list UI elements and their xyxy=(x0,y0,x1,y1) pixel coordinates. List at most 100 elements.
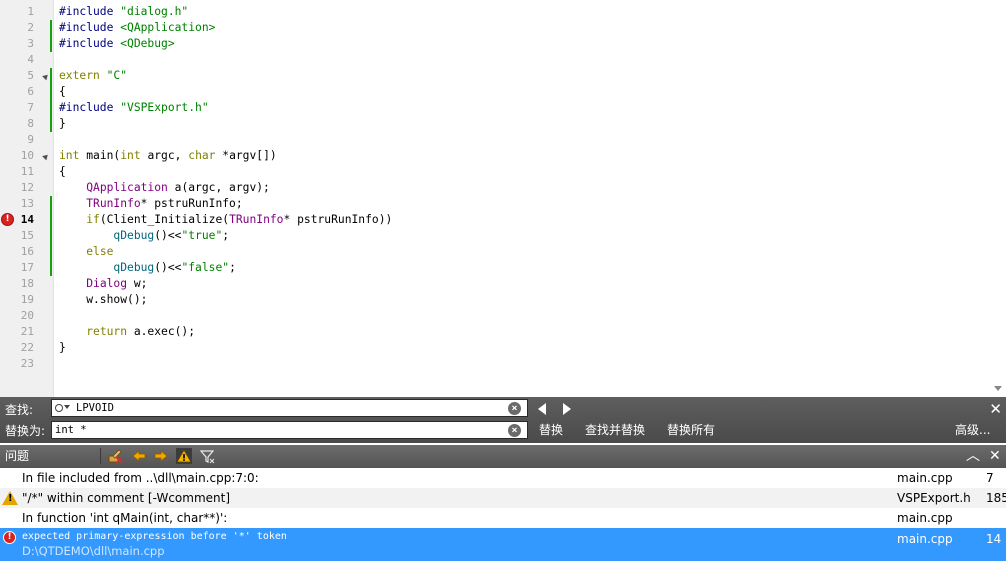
code-line[interactable]: #include "VSPExport.h" xyxy=(59,100,209,116)
code-line[interactable]: int main(int argc, char *argv[]) xyxy=(59,148,277,164)
code-line[interactable]: } xyxy=(59,340,66,356)
gutter-line[interactable]: 19 xyxy=(0,292,54,308)
clean-issues-icon[interactable] xyxy=(107,448,123,464)
gutter-line[interactable]: 8 xyxy=(0,116,54,132)
line-number: 20 xyxy=(20,309,34,322)
gutter-line[interactable]: 17 xyxy=(0,260,54,276)
issue-row[interactable]: In function 'int qMain(int, char**)': mai… xyxy=(0,508,1006,528)
gutter-line[interactable]: 1 xyxy=(0,4,54,20)
find-and-replace-button[interactable]: 查找并替换 xyxy=(585,422,645,438)
line-number-gutter[interactable]: 1 2 3 4 5 6 7 8 9 10 11 12 13! 14 15 16 17 18 19 20 21 22 23 xyxy=(0,0,54,397)
fold-arrow-icon[interactable] xyxy=(42,152,50,161)
gutter-line[interactable]: 7 xyxy=(0,100,54,116)
replace-input[interactable]: int * × xyxy=(51,421,528,439)
change-bar xyxy=(50,100,52,116)
code-line[interactable]: return a.exec(); xyxy=(59,324,195,340)
code-line[interactable]: Dialog w; xyxy=(59,276,147,292)
line-number: 14 xyxy=(20,213,34,226)
next-issue-icon[interactable] xyxy=(153,448,169,464)
fold-arrow-icon[interactable] xyxy=(42,72,50,81)
replace-button[interactable]: 替换 xyxy=(539,422,563,438)
error-icon: ! xyxy=(3,531,16,544)
gutter-line[interactable]: 23 xyxy=(0,356,54,372)
gutter-line[interactable]: 15 xyxy=(0,228,54,244)
gutter-line[interactable]: 9 xyxy=(0,132,54,148)
code-token: "true" xyxy=(181,229,223,242)
gutter-line[interactable]: 10 xyxy=(0,148,54,164)
code-line[interactable]: #include <QDebug> xyxy=(59,36,175,52)
gutter-line[interactable]: 22 xyxy=(0,340,54,356)
gutter-line[interactable]: 21 xyxy=(0,324,54,340)
issue-message: expected primary-expression before '*' t… xyxy=(22,531,287,542)
code-line[interactable]: #include "dialog.h" xyxy=(59,4,188,20)
code-text-area[interactable]: #include "dialog.h" #include <QApplicatio… xyxy=(59,0,989,397)
close-find-bar-icon[interactable]: ✕ xyxy=(989,401,1002,417)
line-number: 1 xyxy=(27,5,34,18)
gutter-line[interactable]: 4 xyxy=(0,52,54,68)
issue-message: In function 'int qMain(int, char**)': xyxy=(22,511,228,525)
search-options-dropdown-icon[interactable] xyxy=(64,405,70,409)
gutter-line[interactable]: 3 xyxy=(0,36,54,52)
gutter-line[interactable]: ! 14 xyxy=(0,212,54,228)
code-editor[interactable]: 1 2 3 4 5 6 7 8 9 10 11 12 13! 14 15 16 17 18 19 20 21 22 23 #… xyxy=(0,0,1006,397)
code-token: "dialog.h" xyxy=(120,5,189,18)
search-icon[interactable] xyxy=(55,404,63,412)
change-bar xyxy=(50,260,52,276)
gutter-line[interactable]: 11 xyxy=(0,164,54,180)
close-pane-icon[interactable]: ✕ xyxy=(989,447,1001,465)
gutter-line[interactable]: 12 xyxy=(0,180,54,196)
vertical-scrollbar[interactable] xyxy=(990,0,1006,397)
clear-replace-icon[interactable]: × xyxy=(508,424,521,437)
issue-file-path: D:\QTDEMO\dll\main.cpp xyxy=(22,544,165,558)
issue-row[interactable]: In file included from ..\dll\main.cpp:7:… xyxy=(0,468,1006,488)
code-line[interactable]: qDebug()<<"false"; xyxy=(59,260,235,276)
scroll-down-arrow-icon[interactable] xyxy=(994,386,1002,391)
previous-issue-icon[interactable] xyxy=(131,448,147,464)
code-line[interactable]: if(Client_Initialize(TRunInfo* pstruRunI… xyxy=(59,212,392,228)
change-bar xyxy=(50,196,52,212)
code-token: ()<< xyxy=(154,261,182,274)
line-number: 22 xyxy=(20,341,34,354)
code-line[interactable]: w.show(); xyxy=(59,292,147,308)
filter-icon[interactable] xyxy=(199,448,215,464)
toolbar-separator xyxy=(100,448,101,464)
change-bar xyxy=(50,84,52,100)
code-token: { xyxy=(59,165,66,178)
code-token: ()<< xyxy=(154,229,182,242)
gutter-line[interactable]: 20 xyxy=(0,308,54,324)
advanced-button[interactable]: 高级... xyxy=(955,422,990,438)
clear-find-icon[interactable]: × xyxy=(508,402,521,415)
issue-file: VSPExport.h xyxy=(897,491,971,505)
code-line[interactable]: qDebug()<<"true"; xyxy=(59,228,229,244)
gutter-line[interactable]: 2 xyxy=(0,20,54,36)
show-warnings-toggle-icon[interactable] xyxy=(176,448,192,464)
collapse-pane-icon[interactable]: ︿ xyxy=(966,447,980,465)
code-line[interactable]: #include <QApplication> xyxy=(59,20,215,36)
code-token: ; xyxy=(222,229,230,242)
gutter-line[interactable]: 13 xyxy=(0,196,54,212)
code-line[interactable]: TRunInfo* pstruRunInfo; xyxy=(59,196,242,212)
find-input[interactable]: LPVOID × xyxy=(51,399,528,417)
issue-row[interactable]: "/*" within comment [-Wcomment] VSPExport… xyxy=(0,488,1006,508)
code-line[interactable]: QApplication a(argc, argv); xyxy=(59,180,270,196)
code-line[interactable]: { xyxy=(59,84,66,100)
find-previous-arrow-icon[interactable] xyxy=(538,403,546,415)
code-token: Dialog xyxy=(86,277,128,290)
code-line[interactable]: { xyxy=(59,164,66,180)
code-line[interactable]: extern "C" xyxy=(59,68,127,84)
gutter-line[interactable]: 16 xyxy=(0,244,54,260)
change-bar xyxy=(50,116,52,132)
code-line[interactable]: else xyxy=(59,244,113,260)
issue-row-selected[interactable]: ! expected primary-expression before '*'… xyxy=(0,528,1006,561)
gutter-line[interactable]: 5 xyxy=(0,68,54,84)
code-token: QApplication xyxy=(86,181,168,194)
find-next-arrow-icon[interactable] xyxy=(563,403,571,415)
gutter-line[interactable]: 6 xyxy=(0,84,54,100)
replace-all-button[interactable]: 替换所有 xyxy=(667,422,715,438)
gutter-line[interactable]: 18 xyxy=(0,276,54,292)
code-token: "VSPExport.h" xyxy=(120,101,209,114)
code-line[interactable]: } xyxy=(59,116,66,132)
